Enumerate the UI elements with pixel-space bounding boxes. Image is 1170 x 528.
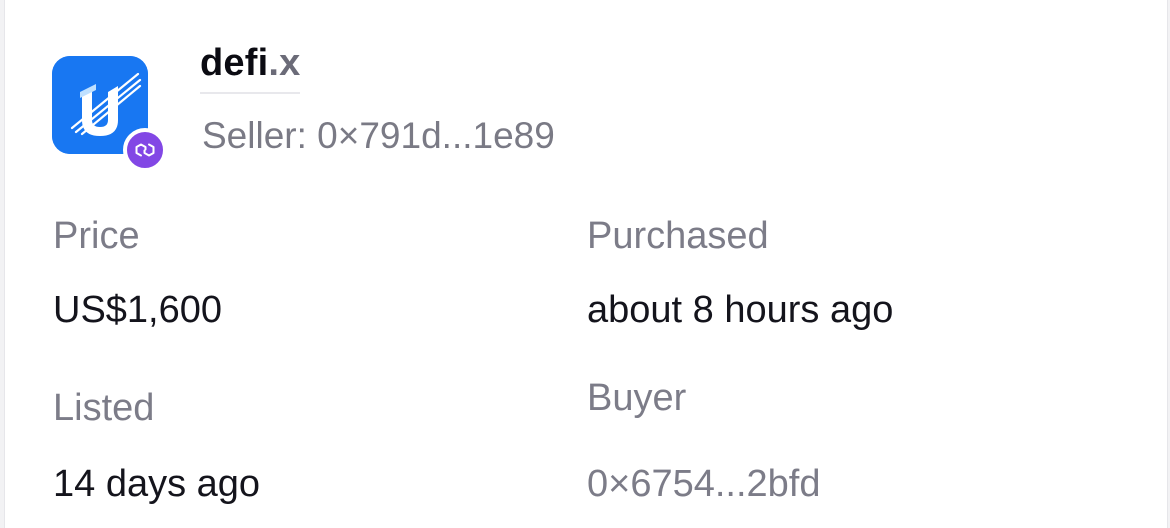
seller-label: Seller: <box>202 115 307 156</box>
polygon-icon <box>123 128 167 172</box>
listed-label: Listed <box>53 387 155 429</box>
seller-address-link[interactable]: 0×791d...1e89 <box>317 115 555 156</box>
domain-logo-group <box>52 56 170 174</box>
listed-value: 14 days ago <box>53 463 261 505</box>
seller-row: Seller: 0×791d...1e89 <box>202 113 555 159</box>
purchased-value: about 8 hours ago <box>587 289 894 331</box>
purchased-label: Purchased <box>587 215 769 257</box>
price-label: Price <box>53 215 140 257</box>
domain-name-label: defi <box>200 42 269 84</box>
domain-tld-label: .x <box>268 42 301 84</box>
buyer-label: Buyer <box>587 377 687 419</box>
price-value: US$1,600 <box>53 289 223 331</box>
domain-name[interactable]: defi.x <box>200 40 301 94</box>
buyer-address-link[interactable]: 0×6754...2bfd <box>587 461 821 507</box>
domain-sale-card: defi.x Seller: 0×791d...1e89 Price US$1,… <box>4 0 1168 528</box>
